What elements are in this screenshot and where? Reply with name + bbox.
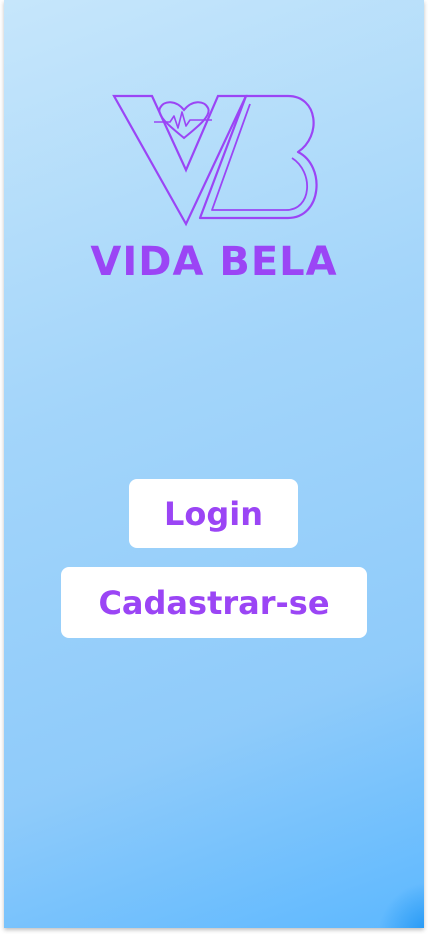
register-button[interactable]: Cadastrar-se <box>61 567 367 638</box>
welcome-screen: VIDA BELA Login Cadastrar-se <box>4 0 424 928</box>
vb-heart-logo-icon <box>112 94 318 227</box>
brand-name: VIDA BELA <box>90 239 338 285</box>
login-button[interactable]: Login <box>129 479 298 548</box>
